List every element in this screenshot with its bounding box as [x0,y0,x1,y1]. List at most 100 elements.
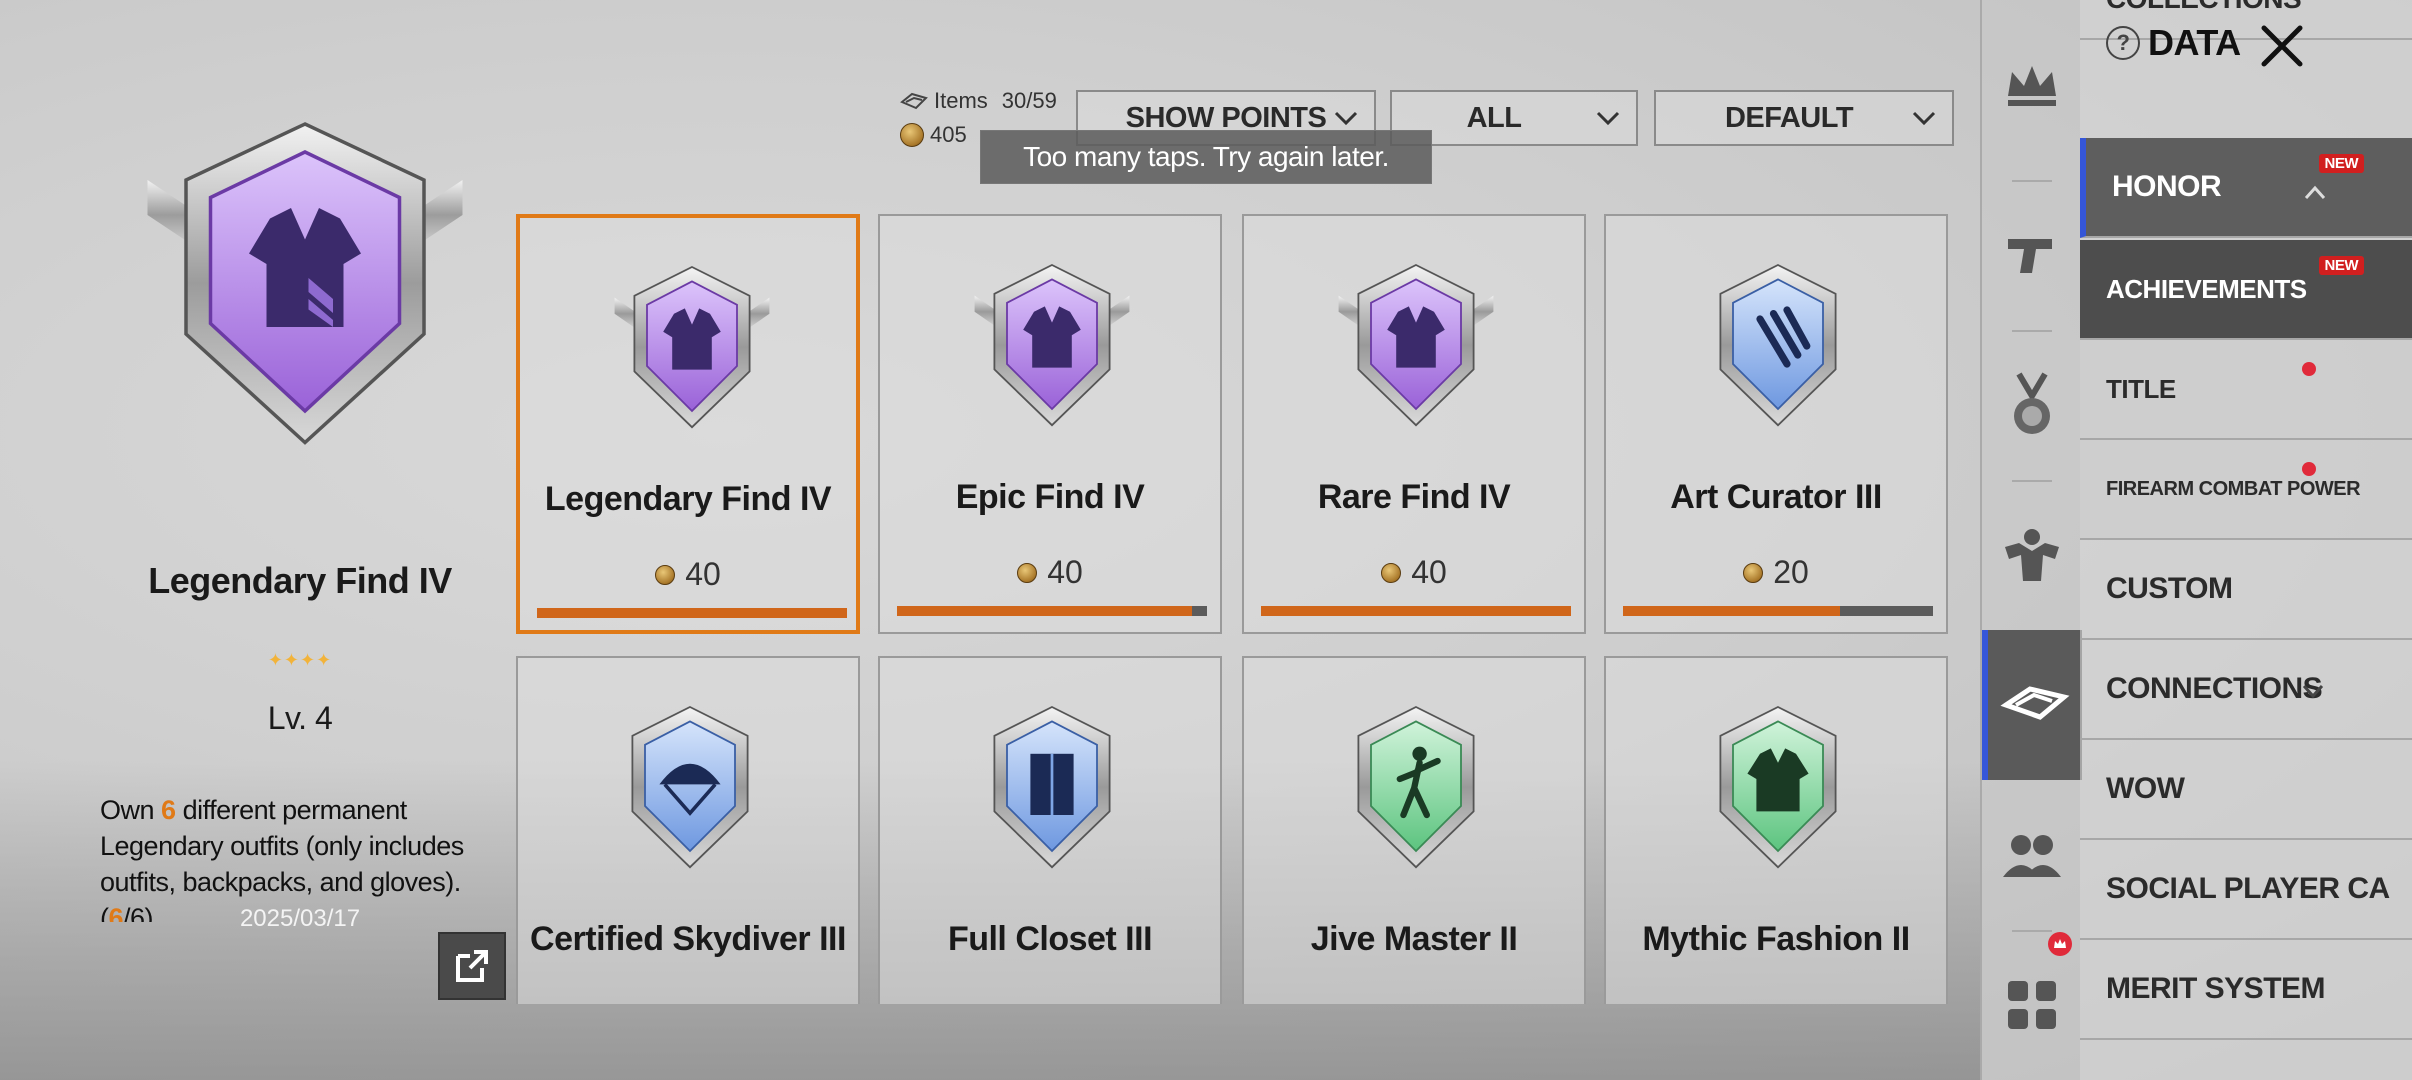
card-name: Art Curator III [1670,478,1882,516]
rail-physique[interactable] [1982,480,2082,630]
detail-stars: ✦✦✦✦ [267,650,333,670]
achievement-card[interactable]: Art Curator III 20 [1604,214,1948,634]
sort-label: DEFAULT [1724,101,1854,134]
menu-merit-label: MERIT SYSTEM [2106,972,2326,1005]
coin-icon [1381,562,1402,583]
crown-badge-icon [2048,932,2072,956]
chevron-down-icon [1596,111,1620,126]
menu-firearm-label: FIREARM COMBAT POWER [2106,477,2361,500]
menu-firearm-combat-power[interactable]: FIREARM COMBAT POWER [2080,440,2412,540]
card-progress-bar [1261,606,1571,616]
card-progress-bar [537,608,847,618]
badge-claw-icon [1719,264,1837,427]
rail-weapon[interactable] [1982,180,2082,330]
card-name: Full Closet III [947,920,1153,958]
menu-achievements-label: ACHIEVEMENTS [2106,273,2307,304]
menu-connections[interactable]: CONNECTIONS [2080,640,2412,740]
card-points: 20 [1606,554,1946,591]
card-points-value: 40 [1047,554,1083,590]
card-progress-bar [1623,606,1933,616]
new-badge: NEW [2318,256,2364,275]
badge-outfit-icon [973,264,1131,427]
card-progress-fill [897,606,1192,616]
card-name: Rare Find IV [1317,478,1511,516]
rail-more[interactable] [1982,930,2082,1080]
points-counter: 405 [900,122,967,148]
items-label: Items [934,88,988,113]
share-button[interactable] [438,932,506,1000]
pistol-icon [2008,239,2052,273]
menu-collections-label: COLLECTIONS [2106,0,2302,15]
toast-message: Too many taps. Try again later. [980,130,1432,184]
card-points-value: 40 [685,556,721,592]
card-name: Mythic Fashion II [1642,920,1910,958]
help-icon: ? [2106,26,2140,60]
menu-social-player-card[interactable]: SOCIAL PLAYER CA [2080,840,2412,940]
menu-wow-label: WOW [2106,772,2185,805]
menu-honor-label: HONOR [2112,170,2222,203]
menu-social-label: SOCIAL PLAYER CA [2106,872,2390,905]
achievement-card[interactable]: Full Closet III [878,656,1222,1004]
badge-dancer-icon [1357,706,1475,869]
external-link-icon [456,950,488,982]
detail-date: 2025/03/17 [239,905,361,932]
sort-dropdown[interactable]: DEFAULT [1654,90,1954,146]
desc-progress-open: ( [100,903,109,922]
items-counter: Items 30/59 [900,88,1057,114]
menu-achievements[interactable]: ACHIEVEMENTS NEW [2080,240,2412,340]
friends-icon [2003,835,2061,877]
achievement-grid: Legendary Find IV 40 Epic Find IV 40 Rar… [510,200,1980,1004]
muscle-icon [2005,529,2059,581]
menu-merit-system[interactable]: MERIT SYSTEM [2080,940,2412,1040]
card-name: Legendary Find IV [544,480,832,518]
items-icon [900,92,928,110]
menu-wow[interactable]: WOW [2080,740,2412,840]
items-value: 30/59 [1001,88,1057,113]
chevron-down-icon [2302,684,2324,699]
menu-title[interactable]: TITLE [2080,340,2412,440]
detail-title: Legendary Find IV [148,560,452,601]
menu-title-label: TITLE [2106,373,2176,404]
coin-icon [655,564,676,585]
medal-icon [2014,372,2050,434]
achievement-card[interactable]: Jive Master II [1242,656,1586,1004]
rail-collection[interactable] [1982,630,2082,780]
badge-jacket-icon [1719,706,1837,869]
rail-friends[interactable] [1982,780,2082,930]
category-icon-rail [1980,0,2082,1080]
rail-crown[interactable] [1982,30,2082,140]
category-label: ALL [1466,101,1522,134]
card-points-value: 40 [1411,554,1447,590]
notification-dot [2302,362,2316,376]
chevron-up-icon [2304,185,2326,200]
card-name: Certified Skydiver III [530,920,846,958]
desc-prefix: Own [100,795,162,825]
achievement-card[interactable]: Rare Find IV 40 [1242,214,1586,634]
card-name: Jive Master II [1310,920,1518,958]
card-points: 40 [880,554,1220,591]
crown-icon [2008,66,2056,106]
menu-connections-label: CONNECTIONS [2106,672,2323,705]
menu-custom-label: CUSTOM [2106,572,2233,605]
card-points-value: 20 [1773,554,1809,590]
achievement-card[interactable]: Mythic Fashion II [1604,656,1948,1004]
achievement-card[interactable]: Epic Find IV 40 [878,214,1222,634]
chevron-down-icon [1912,111,1936,126]
card-points: 40 [1244,554,1584,591]
achievement-card[interactable]: Legendary Find IV 40 [516,214,860,634]
coin-icon [1017,562,1038,583]
points-value: 405 [930,122,967,147]
menu-custom[interactable]: CUSTOM [2080,540,2412,640]
card-progress-fill [537,608,847,618]
menu-honor[interactable]: HONOR NEW [2080,138,2412,238]
card-progress-fill [1261,606,1571,616]
achievement-card[interactable]: Certified Skydiver III [516,656,860,1004]
coin-icon [1743,562,1764,583]
rail-medal[interactable] [1982,330,2082,480]
notification-dot [2302,462,2316,476]
data-button[interactable]: ? DATA [2106,22,2241,64]
data-label: DATA [2148,22,2241,63]
close-icon[interactable] [2250,14,2314,78]
desc-count: 6 [161,795,176,825]
card-name: Epic Find IV [955,478,1145,516]
